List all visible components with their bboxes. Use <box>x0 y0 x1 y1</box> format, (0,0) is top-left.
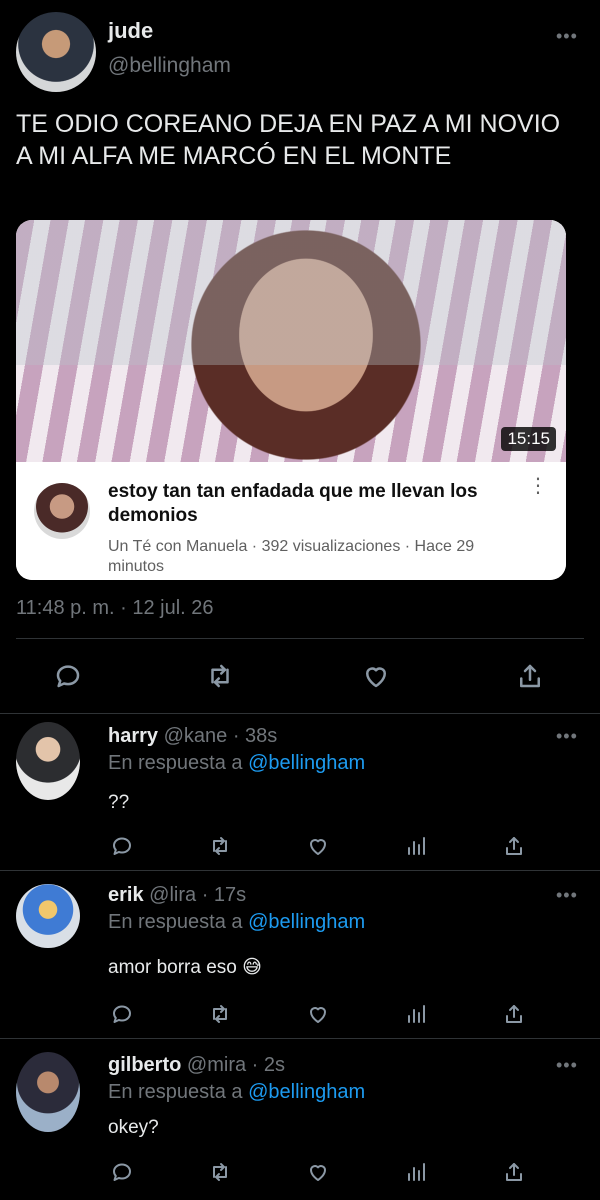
share-icon[interactable] <box>496 1154 532 1190</box>
reply-icon[interactable] <box>104 996 140 1032</box>
reply-avatar[interactable] <box>16 884 80 948</box>
reply-avatar[interactable] <box>16 722 80 800</box>
analytics-icon[interactable] <box>398 828 434 864</box>
analytics-icon[interactable] <box>398 996 434 1032</box>
tweet-timestamp[interactable]: 11:48 p. m. · 12 jul. 26 <box>16 597 214 620</box>
replying-to: En respuesta a @bellingham <box>108 1081 365 1104</box>
reply-prefix: En respuesta a <box>108 752 243 774</box>
more-options-icon[interactable]: ••• <box>556 26 578 47</box>
analytics-icon[interactable] <box>398 1154 434 1190</box>
reply-icon[interactable] <box>104 1154 140 1190</box>
divider <box>0 1038 600 1039</box>
kebab-menu-icon[interactable]: ⋮ <box>528 476 548 496</box>
reply-header[interactable]: gilberto @mira · 2s <box>108 1054 285 1077</box>
video-meta: Un Té con Manuela · 392 visualizaciones … <box>108 538 475 575</box>
divider <box>16 638 584 639</box>
reply-author-name[interactable]: harry <box>108 725 158 747</box>
reply-header[interactable]: erik @lira · 17s <box>108 884 246 907</box>
retweet-icon[interactable] <box>202 1154 238 1190</box>
divider <box>0 870 600 871</box>
replying-to: En respuesta a @bellingham <box>108 752 365 775</box>
like-icon[interactable] <box>358 658 394 694</box>
video-duration: 15:15 <box>501 427 556 451</box>
video-card[interactable]: 15:15 estoy tan tan enfadada que me llev… <box>16 220 566 580</box>
mention-link[interactable]: @bellingham <box>248 911 365 933</box>
divider <box>0 713 600 714</box>
reply-header[interactable]: harry @kane · 38s <box>108 725 277 748</box>
author-name[interactable]: jude <box>108 18 153 44</box>
like-icon[interactable] <box>300 828 336 864</box>
more-options-icon[interactable]: ••• <box>556 1055 578 1076</box>
author-avatar[interactable] <box>16 12 96 92</box>
like-icon[interactable] <box>300 1154 336 1190</box>
reply-author-name[interactable]: gilberto <box>108 1054 181 1076</box>
reply-time: · 2s <box>251 1054 286 1076</box>
reply-text: ?? <box>108 792 130 813</box>
reply-author-handle[interactable]: @kane <box>164 725 228 747</box>
retweet-icon[interactable] <box>202 828 238 864</box>
mention-link[interactable]: @bellingham <box>248 752 365 774</box>
tweet-text: TE ODIO COREANO DEJA EN PAZ A MI NOVIO A… <box>16 110 561 170</box>
mention-link[interactable]: @bellingham <box>248 1081 365 1103</box>
channel-avatar[interactable] <box>34 483 90 539</box>
reply-author-handle[interactable]: @mira <box>187 1054 246 1076</box>
reply-prefix: En respuesta a <box>108 911 243 933</box>
share-icon[interactable] <box>496 996 532 1032</box>
reply-avatar[interactable] <box>16 1052 80 1132</box>
like-icon[interactable] <box>300 996 336 1032</box>
share-icon[interactable] <box>496 828 532 864</box>
reply-text: okey? <box>108 1117 159 1138</box>
reply-icon[interactable] <box>50 658 86 694</box>
more-options-icon[interactable]: ••• <box>556 726 578 747</box>
retweet-icon[interactable] <box>202 996 238 1032</box>
share-icon[interactable] <box>512 658 548 694</box>
video-info[interactable]: estoy tan tan enfadada que me llevan los… <box>16 462 566 580</box>
reply-time: · 17s <box>201 884 247 906</box>
reply-time: · 38s <box>232 725 278 747</box>
replying-to: En respuesta a @bellingham <box>108 911 365 934</box>
reply-prefix: En respuesta a <box>108 1081 243 1103</box>
retweet-icon[interactable] <box>202 658 238 694</box>
reply-author-name[interactable]: erik <box>108 884 144 906</box>
more-options-icon[interactable]: ••• <box>556 885 578 906</box>
reply-text: amor borra eso 😅 <box>108 957 262 978</box>
video-title[interactable]: estoy tan tan enfadada que me llevan los… <box>108 480 518 528</box>
reply-icon[interactable] <box>104 828 140 864</box>
author-handle[interactable]: @bellingham <box>108 54 231 78</box>
video-thumbnail[interactable]: 15:15 <box>16 220 566 462</box>
reply-author-handle[interactable]: @lira <box>149 884 196 906</box>
